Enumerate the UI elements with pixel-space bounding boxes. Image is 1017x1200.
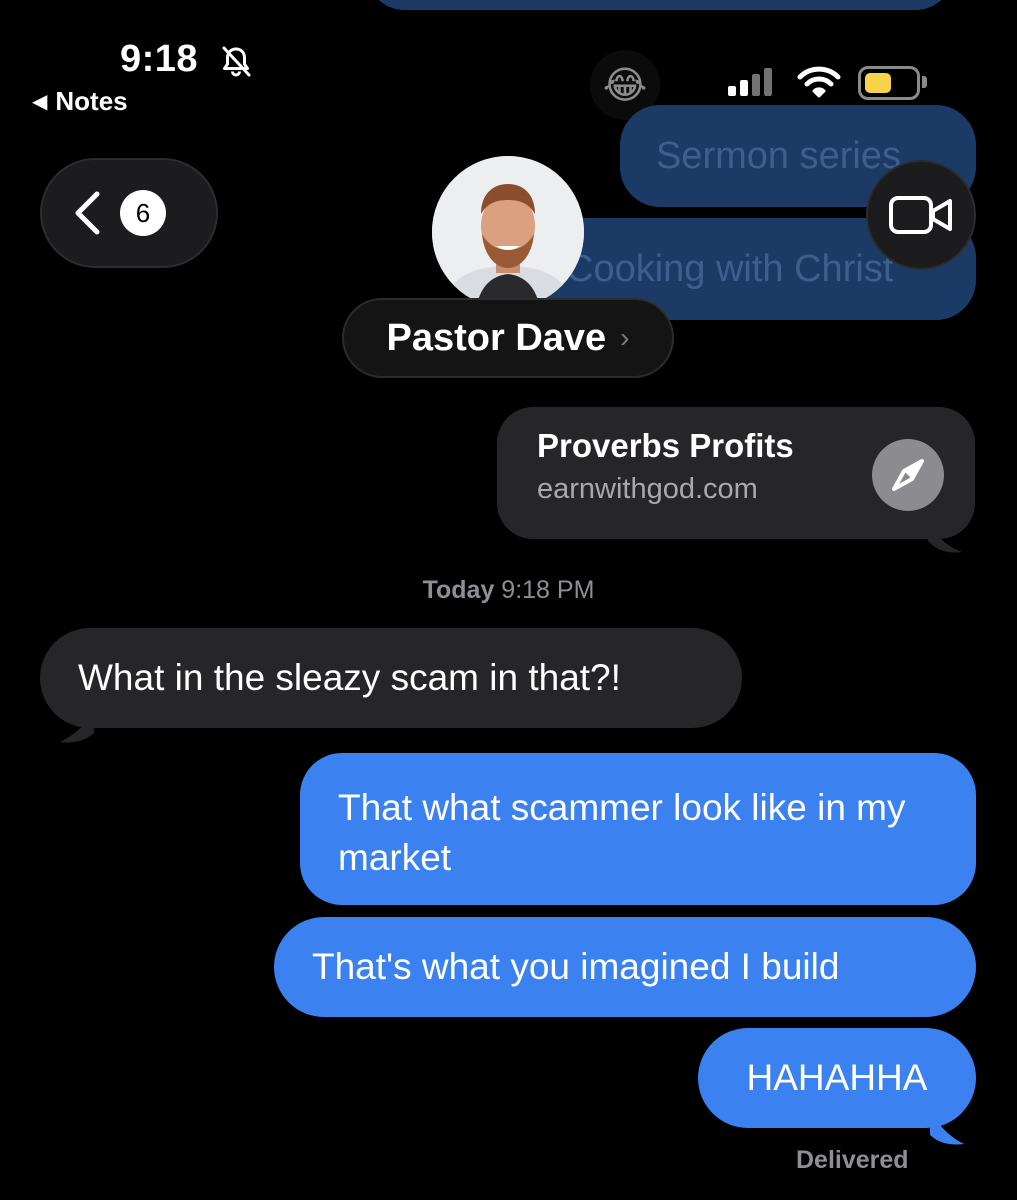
wifi-icon (797, 66, 841, 98)
faded-message-bubble (365, 0, 955, 10)
timestamp-day: Today (422, 576, 495, 604)
message-text: HAHAHHA (746, 1057, 928, 1098)
bubble-tail (928, 516, 962, 553)
contact-name-button[interactable]: Pastor Dave › (342, 298, 674, 378)
outgoing-message[interactable]: That what scammer look like in my market (300, 753, 976, 905)
outgoing-message[interactable]: That's what you imagined I build (274, 917, 976, 1017)
safari-compass-needle (892, 459, 924, 491)
contact-avatar[interactable] (432, 156, 584, 308)
return-to-app-link[interactable]: ◀ Notes (32, 86, 128, 117)
compass-icon[interactable] (872, 439, 944, 511)
unread-count-badge: 6 (120, 190, 166, 236)
back-button[interactable]: 6 (40, 158, 218, 268)
delivery-status: Delivered (796, 1146, 909, 1174)
bubble-tail (930, 1104, 964, 1145)
incoming-message[interactable]: What in the sleazy scam in that?! (40, 628, 742, 728)
back-triangle-icon: ◀ (32, 91, 48, 113)
return-app-label: Notes (55, 86, 128, 116)
message-text: That what scammer look like in my market (338, 787, 906, 878)
chevron-left-icon (75, 191, 100, 235)
message-text: What in the sleazy scam in that?! (78, 657, 621, 698)
video-camera-icon (889, 196, 952, 234)
faded-message-text: Sermon series (656, 134, 901, 177)
bell-slash-icon (222, 46, 251, 77)
status-time: 9:18 (120, 38, 199, 80)
contact-name: Pastor Dave (386, 316, 607, 359)
conversation-timestamp: Today 9:18 PM (0, 576, 1017, 605)
facetime-video-button[interactable] (866, 160, 976, 270)
battery-tip (922, 76, 927, 88)
avatar-photo (432, 156, 584, 308)
cellular-signal-icon (728, 68, 772, 96)
chevron-right-icon: › (620, 322, 630, 353)
bubble-tail (60, 704, 94, 743)
battery-icon (858, 66, 920, 100)
faded-message-text: Cooking with Christ (566, 247, 894, 290)
timestamp-time: 9:18 PM (501, 576, 595, 604)
message-text: That's what you imagined I build (312, 946, 840, 987)
